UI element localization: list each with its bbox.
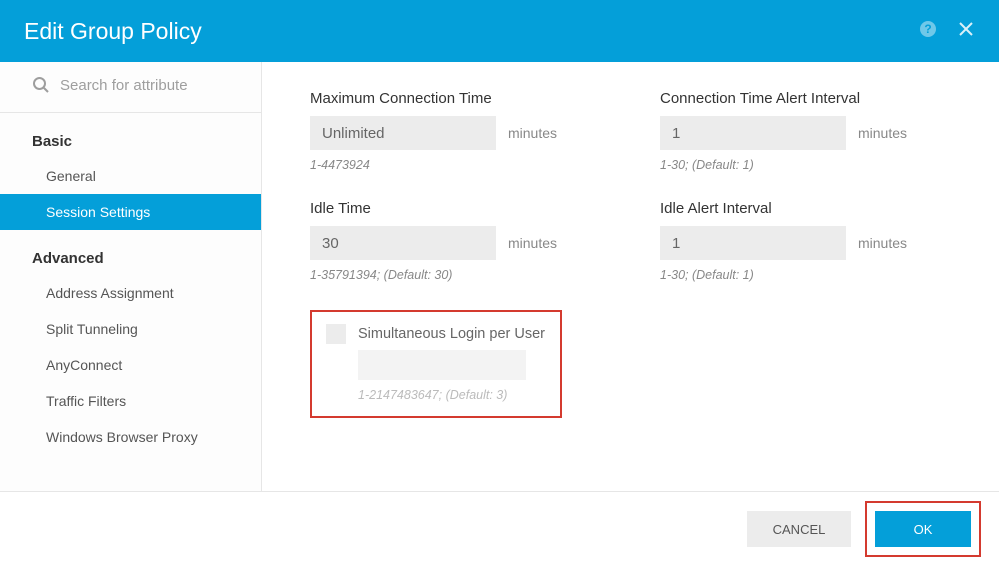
nav-item-session-settings[interactable]: Session Settings (0, 194, 261, 230)
field-conn-alert-interval: Connection Time Alert Interval minutes 1… (660, 90, 970, 172)
field-idle-time: Idle Time minutes 1-35791394; (Default: … (310, 200, 620, 282)
nav-section-advanced: Advanced (0, 230, 261, 275)
sim-login-label: Simultaneous Login per User (358, 326, 545, 342)
search-icon (32, 76, 50, 94)
ok-highlight: OK (865, 501, 981, 557)
conn-alert-interval-input[interactable] (660, 116, 846, 150)
idle-alert-interval-label: Idle Alert Interval (660, 200, 970, 217)
nav-item-split-tunneling[interactable]: Split Tunneling (0, 311, 261, 347)
sim-login-hint: 1-2147483647; (Default: 3) (358, 388, 546, 402)
dialog-header: Edit Group Policy ? (0, 0, 999, 62)
max-conn-time-unit: minutes (508, 125, 557, 141)
field-max-conn-time: Maximum Connection Time minutes 1-447392… (310, 90, 620, 172)
conn-alert-interval-unit: minutes (858, 125, 907, 141)
left-column: Maximum Connection Time minutes 1-447392… (310, 90, 620, 418)
close-icon[interactable] (957, 20, 975, 43)
sim-login-input[interactable] (358, 350, 526, 380)
idle-alert-interval-unit: minutes (858, 235, 907, 251)
nav-item-address-assignment[interactable]: Address Assignment (0, 275, 261, 311)
dialog-footer: CANCEL OK (0, 492, 999, 566)
cancel-button[interactable]: CANCEL (747, 511, 851, 547)
ok-button[interactable]: OK (875, 511, 971, 547)
nav-section-basic: Basic (0, 113, 261, 158)
header-icons: ? (919, 20, 975, 43)
max-conn-time-hint: 1-4473924 (310, 158, 620, 172)
nav-item-anyconnect[interactable]: AnyConnect (0, 347, 261, 383)
search-row (0, 62, 261, 113)
field-sim-login: Simultaneous Login per User 1-2147483647… (310, 310, 562, 418)
nav-item-windows-browser-proxy[interactable]: Windows Browser Proxy (0, 419, 261, 455)
field-idle-alert-interval: Idle Alert Interval minutes 1-30; (Defau… (660, 200, 970, 282)
sim-login-checkbox[interactable] (326, 324, 346, 344)
search-input[interactable] (60, 77, 241, 94)
svg-text:?: ? (924, 22, 931, 36)
nav-item-traffic-filters[interactable]: Traffic Filters (0, 383, 261, 419)
conn-alert-interval-label: Connection Time Alert Interval (660, 90, 970, 107)
idle-time-unit: minutes (508, 235, 557, 251)
idle-time-hint: 1-35791394; (Default: 30) (310, 268, 620, 282)
right-column: Connection Time Alert Interval minutes 1… (660, 90, 970, 282)
idle-time-label: Idle Time (310, 200, 620, 217)
idle-alert-interval-hint: 1-30; (Default: 1) (660, 268, 970, 282)
idle-alert-interval-input[interactable] (660, 226, 846, 260)
main-panel: Maximum Connection Time minutes 1-447392… (262, 62, 999, 491)
max-conn-time-input[interactable] (310, 116, 496, 150)
dialog-body: Basic General Session Settings Advanced … (0, 62, 999, 492)
dialog-title: Edit Group Policy (24, 18, 919, 45)
max-conn-time-label: Maximum Connection Time (310, 90, 620, 107)
sidebar: Basic General Session Settings Advanced … (0, 62, 262, 491)
nav-item-general[interactable]: General (0, 158, 261, 194)
conn-alert-interval-hint: 1-30; (Default: 1) (660, 158, 970, 172)
idle-time-input[interactable] (310, 226, 496, 260)
help-icon[interactable]: ? (919, 20, 937, 43)
